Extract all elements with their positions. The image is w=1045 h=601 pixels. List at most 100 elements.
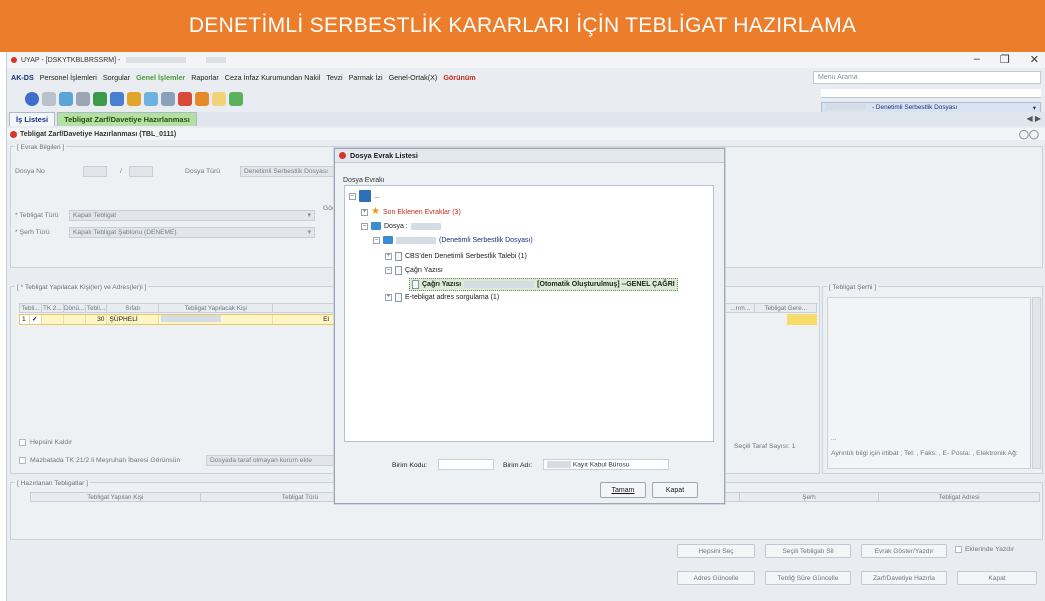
close-button[interactable]: ✕	[1030, 53, 1039, 66]
col-header[interactable]: Tebligat Yapılacak Kişi	[159, 304, 274, 312]
menu-ak-ds[interactable]: AK-DS	[11, 73, 34, 82]
tebligat-serhi-panel: [ Tebligat Şerhi ] ... Ayrıntılı bilgi i…	[822, 284, 1043, 474]
folder-icon	[359, 190, 371, 202]
menu-ceza-infaz[interactable]: Ceza İnfaz Kurumundan Nakil	[225, 73, 320, 82]
col-header[interactable]: Tebli...	[86, 304, 108, 312]
redacted-text	[547, 461, 571, 468]
user-search-icon[interactable]	[110, 92, 124, 106]
adres-guncelle-button[interactable]: Adres Güncelle	[677, 571, 755, 585]
flag-icon[interactable]	[178, 92, 192, 106]
tree-dosya[interactable]: – Dosya :	[361, 222, 441, 230]
eklerinde-yazdir-checkbox[interactable]: Eklerinde Yazdır	[955, 546, 1014, 553]
dosya-no-number-field[interactable]	[129, 166, 153, 177]
table-row[interactable]: 1 ✓ 30 ŞÜPHELİ El	[19, 314, 334, 325]
birim-adi-value: Kayıt Kabul Bürosu	[572, 461, 630, 469]
col-header[interactable]: ...rım...	[726, 304, 756, 312]
menu-sorgular[interactable]: Sorgular	[103, 73, 130, 82]
hepsini-sec-button[interactable]: Hepsini Seç	[677, 544, 755, 558]
serh-legend: [ Tebligat Şerhi ]	[827, 284, 879, 291]
collapse-icon[interactable]: –	[373, 236, 380, 244]
dialog-kapat-button[interactable]: Kapat	[652, 482, 698, 498]
col-header[interactable]: Tebli...	[20, 304, 42, 312]
expand-icon[interactable]: +	[361, 208, 368, 216]
tab-nav-arrows[interactable]: ◀ ▶	[1026, 114, 1041, 123]
menu-tevzi[interactable]: Tevzi	[326, 73, 342, 82]
kapat-button[interactable]: Kapat	[957, 571, 1037, 585]
tree-root[interactable]: – ...	[349, 190, 380, 202]
menu-genel-islemler[interactable]: Genel İşlemler	[136, 73, 185, 82]
col-header[interactable]: Dönü...	[64, 304, 86, 312]
document-icon	[395, 266, 402, 275]
arrow-icon[interactable]	[195, 92, 209, 106]
calendar-icon[interactable]	[144, 92, 158, 106]
col-header[interactable]: Sıfatı	[107, 304, 160, 312]
menu-parmak-izi[interactable]: Parmak İzi	[349, 73, 383, 82]
table-icon[interactable]	[76, 92, 90, 106]
form-icon	[10, 130, 17, 138]
hepsini-kaldir-checkbox[interactable]: Hepsini Kaldır	[19, 439, 72, 446]
cbs-label: CBS'den Denetimli Serbestlik Talebi (1)	[405, 253, 527, 260]
tree-icon[interactable]	[59, 92, 73, 106]
tebligat-turu-select[interactable]: Kapalı Tebligat	[69, 210, 315, 221]
dosyada-kurum-button[interactable]: Dosyada taraf olmayan kurum ekle	[206, 455, 336, 466]
menu-raporlar[interactable]: Raporlar	[191, 73, 219, 82]
chart-icon[interactable]	[229, 92, 243, 106]
dosya-no-year-field[interactable]	[83, 166, 107, 177]
zarf-hazirla-button[interactable]: Zarf/Davetiye Hazırla	[861, 571, 947, 585]
menu-genel-ortak[interactable]: Genel-Ortak(X)	[389, 73, 438, 82]
expand-icon[interactable]: +	[385, 294, 392, 301]
minimize-button[interactable]: –	[974, 53, 980, 66]
document-icon	[412, 280, 419, 289]
secili-sil-button[interactable]: Seçili Tebligatı Sil	[765, 544, 851, 558]
tree-cagri-leaf[interactable]: Çağrı Yazısı [Otomatik Oluşturulmuş] --G…	[409, 278, 678, 291]
maximize-button[interactable]: ❐	[1000, 53, 1010, 66]
tree-etebligat[interactable]: + E-tebligat adres sorgulama (1)	[385, 293, 499, 302]
collapse-icon[interactable]: –	[349, 192, 356, 200]
chat-icon[interactable]	[161, 92, 175, 106]
col-header[interactable]: Şerh	[740, 493, 880, 501]
collapse-icon[interactable]: –	[385, 267, 392, 274]
menu-search-input[interactable]: Menu Arama ⌕	[813, 71, 1041, 84]
book-icon[interactable]	[93, 92, 107, 106]
delete-icon[interactable]	[42, 92, 56, 106]
window-controls-icon[interactable]: ◯◯	[1019, 129, 1039, 140]
tree-son-eklenen[interactable]: + ★ Son Eklenen Evraklar (3)	[361, 207, 461, 217]
mail-icon[interactable]	[212, 92, 226, 106]
scrollbar[interactable]	[1032, 297, 1041, 469]
tree-cagri[interactable]: – Çağrı Yazısı	[385, 266, 443, 275]
col-header[interactable]: TK 2...	[42, 304, 64, 312]
dialog-subtitle: Dosya Evrakı	[343, 177, 385, 184]
row-checkbox[interactable]: ✓	[29, 315, 42, 324]
court-selector[interactable]	[821, 89, 1041, 98]
serh-turu-select[interactable]: Kapalı Tebligat Şablonu (DENEME)	[69, 227, 315, 238]
tab-tebligat-zarf[interactable]: Tebligat Zarf/Davetiye Hazırlanması	[57, 112, 197, 126]
row-days: 30	[86, 315, 108, 324]
collapse-icon[interactable]: –	[361, 222, 368, 230]
tree-dosya-sub[interactable]: – (Denetimli Serbestlik Dosyası)	[373, 236, 533, 244]
tebligat-sure-button[interactable]: Tebliğ Süre Güncelle	[765, 571, 851, 585]
menu-personel[interactable]: Personel İşlemleri	[40, 73, 97, 82]
col-header[interactable]: Tebligat Yapılan Kişi	[31, 493, 201, 501]
row-highlight-cell	[787, 314, 817, 325]
menu-gorunum[interactable]: Görünüm	[443, 73, 475, 82]
dialog-titlebar: Dosya Evrak Listesi	[335, 149, 724, 163]
tamam-button[interactable]: Tamam	[600, 482, 646, 498]
gavel-icon[interactable]	[127, 92, 141, 106]
col-header[interactable]: Tebligat Gere...	[755, 304, 816, 312]
tab-is-listesi[interactable]: İş Listesi	[9, 112, 56, 126]
col-header[interactable]	[273, 304, 333, 312]
uyap-window: UYAP - [DSKYTKBLBRSSRM] - – ❐ ✕ AK-DS Pe…	[6, 52, 1045, 601]
help-icon[interactable]	[25, 92, 39, 106]
dosya-label: Dosya :	[384, 222, 408, 230]
tree-cbs[interactable]: + CBS'den Denetimli Serbestlik Talebi (1…	[385, 252, 527, 261]
redacted-text	[410, 222, 441, 230]
expand-icon[interactable]: +	[385, 253, 392, 260]
serh-textarea[interactable]: ... Ayrıntılı bilgi için irtibat ; Tel: …	[827, 297, 1031, 469]
serh-turu-label: * Şerh Türü	[15, 229, 50, 236]
row-number: 1	[20, 315, 30, 324]
eklerinde-label: Eklerinde Yazdır	[965, 546, 1015, 553]
col-header[interactable]: Tebligat Adresi	[879, 493, 1039, 501]
mazbata-checkbox[interactable]: Mazbatada TK 21/2 li Meşruhatı İbaresi G…	[19, 457, 180, 464]
banner-title: DENETİMLİ SERBESTLİK KARARLARI İÇİN TEBL…	[188, 14, 857, 37]
evrak-goster-button[interactable]: Evrak Göster/Yazdır	[861, 544, 947, 558]
